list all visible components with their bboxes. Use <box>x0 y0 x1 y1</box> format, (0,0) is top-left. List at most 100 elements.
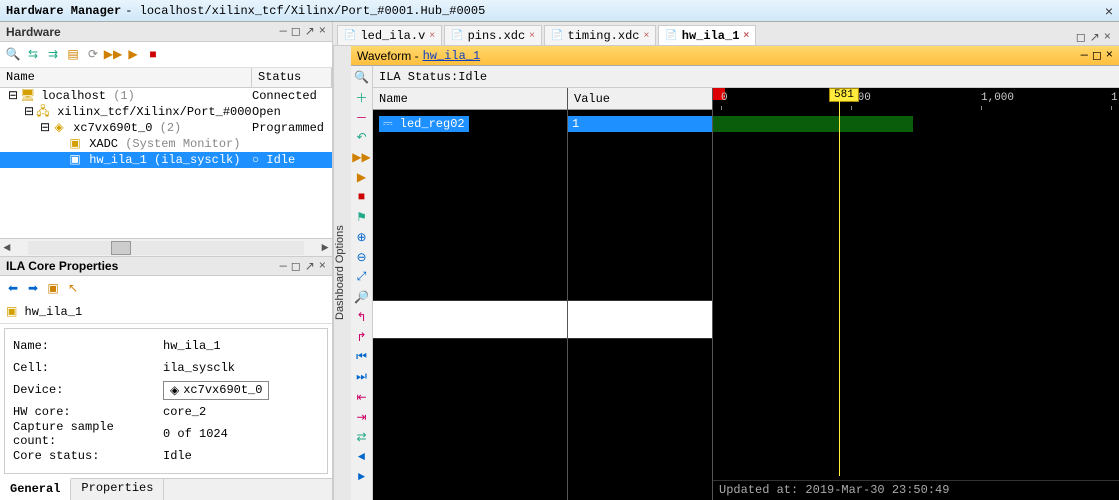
first-icon[interactable]: ⏮ <box>353 348 371 366</box>
expand-icon[interactable]: ⊟ <box>22 104 36 120</box>
settings-icon[interactable]: ▤ <box>64 46 82 64</box>
file-icon: 📄 <box>344 30 356 42</box>
wave-col-value[interactable]: Value <box>568 88 712 110</box>
tree-row[interactable]: ⊟◈ xc7vx690t_0 (2)Programmed <box>0 120 332 136</box>
editor-tab[interactable]: 📄hw_ila_1× <box>658 25 756 45</box>
editor-tab[interactable]: 📄pins.xdc× <box>444 25 542 45</box>
scroll-thumb[interactable] <box>111 241 131 255</box>
collapse-icon[interactable]: ⇆ <box>24 46 42 64</box>
node-label: hw_ila_1 <box>82 153 154 167</box>
goto-next-icon[interactable]: ↱ <box>353 328 371 346</box>
run-icon[interactable]: ▶▶ <box>353 148 371 166</box>
run-icon[interactable]: ▶▶ <box>104 46 122 64</box>
flag-icon[interactable]: ⚑ <box>353 208 371 226</box>
zoom-in-icon[interactable]: ⊕ <box>353 228 371 246</box>
tree-row[interactable]: ▣ hw_ila_1 (ila_sysclk)○ Idle <box>0 152 332 168</box>
props-body: Name:hw_ila_1 Cell:ila_sysclk Device:◈xc… <box>4 328 328 474</box>
last-icon[interactable]: ⏭ <box>353 368 371 386</box>
ruler-tick: 1,000 <box>981 92 1014 104</box>
wave-col-name[interactable]: Name <box>373 88 567 110</box>
expand-icon[interactable]: ⊟ <box>38 120 52 136</box>
search-icon[interactable]: 🔍 <box>353 68 371 86</box>
restore-icon[interactable]: ◻ <box>291 259 301 274</box>
scroll-left-icon[interactable]: ◄ <box>0 241 14 255</box>
prev-edge-icon[interactable]: ⇤ <box>353 388 371 406</box>
signal-value: 1 <box>568 116 712 132</box>
tree-row[interactable]: ▣ XADC (System Monitor) <box>0 136 332 152</box>
back-icon[interactable]: ⬅ <box>4 279 22 297</box>
undo-icon[interactable]: ↶ <box>353 128 371 146</box>
marker-prev-icon[interactable]: ◄ <box>353 448 371 466</box>
minimize-icon[interactable]: — <box>280 259 287 274</box>
dashboard-options-handle[interactable]: Dashboard Options <box>333 46 351 500</box>
node-label: xc7vx690t_0 <box>66 121 160 135</box>
ila-status-bar: ILA Status: Idle <box>373 66 1119 88</box>
window-close-icon[interactable]: × <box>1105 0 1113 22</box>
search-icon[interactable]: 🔍 <box>4 46 22 64</box>
pick-icon[interactable]: ▣ <box>44 279 62 297</box>
cursor-label[interactable]: 581 <box>829 88 859 102</box>
ruler-tick: 0 <box>721 92 728 104</box>
play-icon[interactable]: ▶ <box>124 46 142 64</box>
file-icon: 📄 <box>551 30 563 42</box>
signal-name[interactable]: ⎓ led_reg02 <box>379 116 469 132</box>
forward-icon[interactable]: ➡ <box>24 279 42 297</box>
goto-prev-icon[interactable]: ↰ <box>353 308 371 326</box>
editor-tab[interactable]: 📄timing.xdc× <box>544 25 656 45</box>
zoom-out-icon[interactable]: ⊖ <box>353 248 371 266</box>
waveform-link[interactable]: hw_ila_1 <box>423 49 481 63</box>
close-icon[interactable]: × <box>319 259 326 274</box>
close-icon[interactable]: × <box>319 24 326 39</box>
zoom-sel-icon[interactable]: 🔎 <box>353 288 371 306</box>
remove-icon[interactable]: － <box>353 108 371 126</box>
tab-close-icon[interactable]: × <box>529 30 535 41</box>
marker-next-icon[interactable]: ► <box>353 468 371 486</box>
stop-icon[interactable]: ■ <box>353 188 371 206</box>
restore-icon[interactable]: ◻ <box>1076 30 1086 45</box>
tab-properties[interactable]: Properties <box>71 479 164 500</box>
tree-row[interactable]: ⊟🖧 xilinx_tcf/Xilinx/Port_#0001... Open <box>0 104 332 120</box>
col-status[interactable]: Status <box>252 68 332 87</box>
stop-icon[interactable]: ■ <box>144 46 162 64</box>
restore-icon[interactable]: ◻ <box>1092 48 1102 63</box>
next-edge-icon[interactable]: ⇥ <box>353 408 371 426</box>
play-icon[interactable]: ▶ <box>353 168 371 186</box>
swap-icon[interactable]: ⇄ <box>353 428 371 446</box>
add-icon[interactable]: ＋ <box>353 88 371 106</box>
maximize-icon[interactable]: ↗ <box>305 259 315 274</box>
cursor-line[interactable] <box>839 100 840 476</box>
zoom-fit-icon[interactable]: ⤢ <box>353 268 371 286</box>
props-object: ▣ hw_ila_1 <box>0 300 332 324</box>
tree-header: Name Status <box>0 68 332 88</box>
tab-close-icon[interactable]: × <box>429 30 435 41</box>
restore-icon[interactable]: ◻ <box>291 24 301 39</box>
scroll-right-icon[interactable]: ► <box>318 241 332 255</box>
maximize-icon[interactable]: ↗ <box>305 24 315 39</box>
minimize-icon[interactable]: — <box>1081 48 1088 63</box>
tab-close-icon[interactable]: × <box>743 30 749 41</box>
cursor-icon[interactable]: ↖ <box>64 279 82 297</box>
waveform-canvas[interactable]: 05001,0001,500 581 Updated at: 2019-Mar-… <box>713 88 1119 500</box>
close-icon[interactable]: × <box>1106 48 1113 63</box>
tree-row[interactable]: ⊟🖥 localhost (1)Connected <box>0 88 332 104</box>
close-icon[interactable]: × <box>1104 30 1111 45</box>
minimize-icon[interactable]: — <box>280 24 287 39</box>
node-label: xilinx_tcf/Xilinx/Port_#0001... <box>50 105 252 119</box>
hardware-tree[interactable]: ⊟🖥 localhost (1)Connected⊟🖧 xilinx_tcf/X… <box>0 88 332 238</box>
tab-close-icon[interactable]: × <box>643 30 649 41</box>
prop-dev-k: Device: <box>13 383 163 397</box>
waveform-title: Waveform - <box>357 49 419 63</box>
device-link[interactable]: ◈xc7vx690t_0 <box>163 381 269 400</box>
node-icon: 🖥 <box>20 88 34 104</box>
maximize-icon[interactable]: ↗ <box>1090 30 1100 45</box>
expand-icon[interactable]: ⊟ <box>6 88 20 104</box>
ila-status-value: Idle <box>458 70 487 84</box>
editor-tab[interactable]: 📄led_ila.v× <box>337 25 442 45</box>
col-name[interactable]: Name <box>0 68 252 87</box>
props-nav: ⬅ ➡ ▣ ↖ <box>0 276 332 300</box>
expand-icon[interactable]: ⇉ <box>44 46 62 64</box>
time-ruler[interactable]: 05001,0001,500 <box>713 88 1119 110</box>
refresh-icon[interactable]: ⟳ <box>84 46 102 64</box>
h-scrollbar[interactable]: ◄ ► <box>0 238 332 256</box>
tab-general[interactable]: General <box>0 478 71 500</box>
